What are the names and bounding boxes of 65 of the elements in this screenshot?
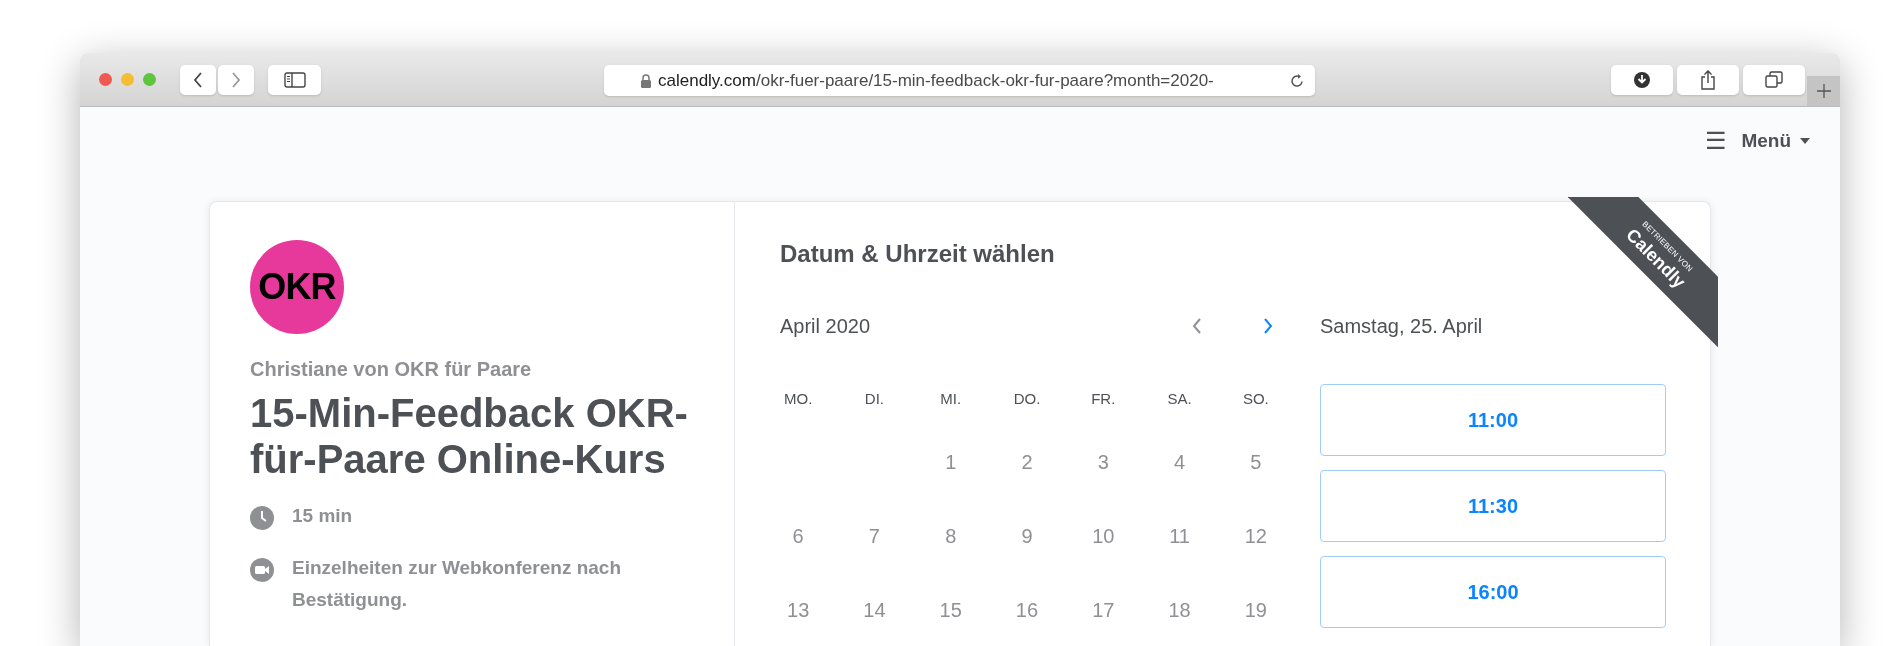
- calendar-day: 7: [868, 520, 880, 551]
- lock-icon: [640, 73, 652, 88]
- weekday-label: MO.: [783, 389, 813, 409]
- new-tab-button[interactable]: [1807, 76, 1840, 106]
- calendar-day: 14: [863, 594, 886, 625]
- weekday-label: SA.: [1167, 389, 1192, 409]
- share-button[interactable]: [1677, 65, 1739, 95]
- logo-text: OKR: [258, 269, 336, 305]
- calendar-day: 2: [1021, 446, 1033, 477]
- clock-icon: [250, 506, 274, 530]
- calendar-day: 3: [1097, 446, 1109, 477]
- calendar-day: 16: [1015, 594, 1039, 625]
- share-icon: [1700, 70, 1716, 90]
- forward-button[interactable]: [218, 64, 254, 95]
- tabs-button[interactable]: [1743, 65, 1805, 95]
- chevron-right-icon: [1262, 317, 1274, 335]
- close-window-button[interactable]: [99, 73, 112, 86]
- weekday-label: DO.: [1013, 389, 1041, 409]
- calendar-day: 1: [945, 446, 957, 477]
- calendar-day: 18: [1168, 594, 1191, 625]
- reload-icon[interactable]: [1289, 72, 1305, 89]
- duration-text: 15 min: [292, 504, 354, 528]
- event-title: 15-Min-Feedback OKR-für-Paare Online-Kurs: [250, 390, 689, 482]
- sidebar-button[interactable]: [268, 64, 321, 95]
- weekday-label: SO.: [1242, 389, 1269, 409]
- video-camera-icon: [250, 558, 274, 582]
- calendar-day: 11: [1169, 520, 1190, 551]
- organizer-name: Christiane von OKR für Paare: [250, 357, 533, 382]
- chevron-left-icon: [193, 71, 203, 88]
- plus-icon: [1815, 83, 1832, 99]
- conference-info-text: Einzelheiten zur Webkonferenz nach Bestätigung.: [292, 556, 623, 612]
- download-button[interactable]: [1611, 65, 1673, 95]
- sidebar-icon: [283, 71, 306, 88]
- menu-button[interactable]: Menü: [1741, 127, 1810, 156]
- selected-date: Samstag, 25. April: [1320, 314, 1484, 339]
- weekday-label: FR.: [1091, 389, 1116, 409]
- calendar-day: 5: [1250, 446, 1262, 477]
- calendar-day: 15: [939, 594, 962, 625]
- calendar-day: 13: [787, 594, 810, 625]
- weekday-label: MI.: [940, 389, 962, 409]
- calendar-day: 6: [792, 520, 804, 551]
- calendar-day: 8: [945, 520, 957, 551]
- calendar-day: 4: [1174, 446, 1186, 477]
- time-slot-button[interactable]: 11:00: [1320, 384, 1666, 456]
- time-slot-button[interactable]: 11:30: [1320, 470, 1666, 542]
- tabs-icon: [1765, 71, 1783, 89]
- next-month-button[interactable]: [1262, 317, 1274, 335]
- calendar-day: 10: [1092, 520, 1115, 551]
- url-text: calendly.com/okr-fuer-paare/15-min-feedback-okr-fur-paare?month=2020-: [658, 69, 1214, 92]
- chevron-right-icon: [231, 71, 241, 88]
- calendar-day: 12: [1244, 520, 1267, 551]
- calendar-day: 17: [1092, 594, 1115, 625]
- weekday-label: DI.: [864, 389, 884, 409]
- download-icon: [1633, 71, 1651, 89]
- calendar-day: 19: [1244, 594, 1267, 625]
- menu-icon[interactable]: ☰: [1705, 129, 1728, 154]
- calendar-day: 9: [1021, 520, 1033, 551]
- back-button[interactable]: [180, 64, 216, 95]
- time-slot-button[interactable]: 16:00: [1320, 556, 1666, 628]
- address-bar[interactable]: calendly.com/okr-fuer-paare/15-min-feedback-okr-fur-paare?month=2020-: [604, 65, 1315, 96]
- chevron-left-icon: [1191, 317, 1203, 335]
- scheduler-heading: Datum & Uhrzeit wählen: [780, 239, 1055, 269]
- previous-month-button[interactable]: [1191, 317, 1203, 335]
- caret-down-icon: [1800, 138, 1810, 145]
- month-label: April 2020: [780, 314, 871, 339]
